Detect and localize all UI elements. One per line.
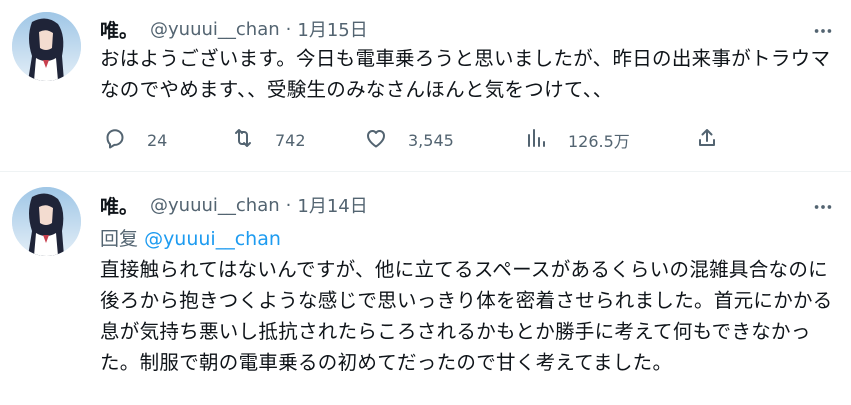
retweet-icon (231, 126, 255, 154)
user-handle[interactable]: @yuuui__chan (150, 195, 280, 216)
views-count: 126.5万 (568, 132, 630, 151)
share-button[interactable] (695, 124, 719, 156)
display-name[interactable]: 唯。 (100, 16, 138, 43)
tweet-header: 唯。 @yuuui__chan · 1月15日 (100, 16, 368, 42)
user-handle[interactable]: @yuuui__chan (150, 19, 280, 40)
reply-prefix: 回复 (100, 228, 139, 250)
tweet[interactable]: 唯。 @yuuui__chan · 1月15日 おはようございます。今日も電車乗… (0, 0, 851, 172)
reply-button[interactable]: 24 (103, 124, 167, 156)
replying-to: 回复 @yuuui__chan (100, 224, 281, 251)
tweet-date[interactable]: 1月15日 (297, 16, 367, 42)
tweet[interactable]: 唯。 @yuuui__chan · 1月14日 回复 @yuuui__chan … (0, 172, 851, 405)
more-icon[interactable] (809, 17, 837, 45)
tweet-text: おはようございます。今日も電車乗ろうと思いましたが、昨日の出来事がトラウマなので… (100, 47, 831, 101)
views-button[interactable]: 126.5万 (524, 124, 630, 156)
reply-count: 24 (147, 130, 168, 150)
retweet-count: 742 (275, 130, 306, 150)
reply-icon (103, 126, 127, 154)
heart-icon (364, 126, 388, 154)
like-button[interactable]: 3,545 (364, 124, 454, 156)
tweet-text: 直接触られてはないんですが、他に立てるスペースがあるくらいの混雑具合なのに後ろか… (100, 258, 833, 374)
avatar[interactable] (12, 187, 81, 256)
more-icon[interactable] (809, 193, 837, 221)
tweet-date[interactable]: 1月14日 (297, 192, 367, 218)
retweet-button[interactable]: 742 (231, 124, 306, 156)
tweet-header: 唯。 @yuuui__chan · 1月14日 (100, 192, 368, 218)
share-icon (695, 126, 719, 154)
like-count: 3,545 (408, 130, 454, 150)
views-icon (524, 126, 548, 154)
tweet-actions: 24 742 3,545 126.5万 (100, 124, 730, 156)
reply-mention-link[interactable]: @yuuui__chan (144, 228, 281, 250)
avatar[interactable] (12, 12, 81, 81)
display-name[interactable]: 唯。 (100, 192, 138, 219)
separator: · (285, 194, 292, 216)
separator: · (285, 18, 292, 40)
